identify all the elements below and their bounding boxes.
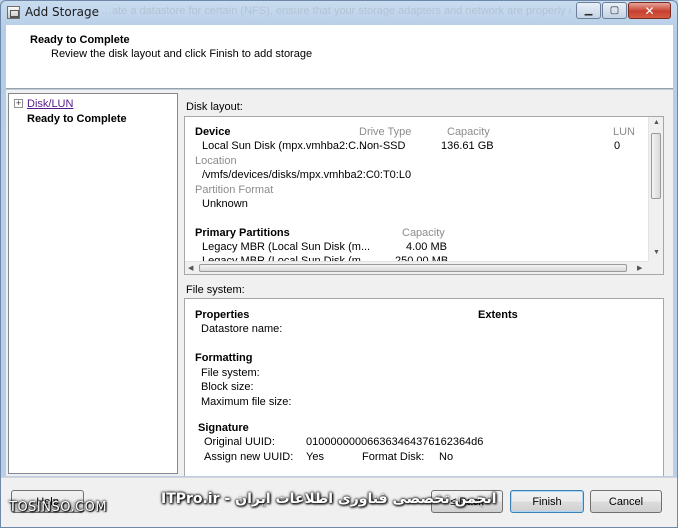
minimize-button[interactable]: ▁ bbox=[576, 2, 601, 19]
scroll-corner bbox=[648, 261, 663, 274]
wizard-body: + Disk/LUN Ready to Complete Disk layout… bbox=[6, 90, 673, 476]
close-button[interactable]: ✕ bbox=[628, 2, 671, 19]
datastore-name-label: Datastore name: bbox=[201, 323, 283, 335]
page-title: Ready to Complete bbox=[30, 34, 130, 46]
device-header: Device bbox=[195, 126, 231, 138]
properties-header: Properties bbox=[195, 309, 250, 321]
page-subtitle: Review the disk layout and click Finish … bbox=[51, 48, 313, 60]
wizard-footer: Help ≤ Back Finish Cancel TOSINSO.COM IT… bbox=[1, 477, 677, 527]
assign-new-uuid-label: Assign new UUID: bbox=[204, 451, 294, 463]
partition-format-value: Unknown bbox=[202, 198, 248, 210]
original-uuid-label: Original UUID: bbox=[204, 436, 275, 448]
scroll-left-icon[interactable]: ◀ bbox=[188, 264, 193, 272]
capacity-header: Capacity bbox=[447, 126, 490, 138]
location-label: Location bbox=[195, 155, 237, 167]
max-file-size-label: Maximum file size: bbox=[201, 396, 292, 408]
vertical-scroll-thumb[interactable] bbox=[651, 133, 661, 199]
wizard-steps-tree: + Disk/LUN Ready to Complete bbox=[8, 93, 178, 474]
disk-layout-horizontal-scrollbar[interactable]: ◀ ▶ bbox=[185, 261, 649, 274]
partitions-capacity-header: Capacity bbox=[402, 227, 445, 239]
format-disk-label: Format Disk: bbox=[362, 451, 425, 463]
app-window-icon bbox=[7, 6, 20, 19]
wizard-header: Ready to Complete Review the disk layout… bbox=[6, 25, 673, 89]
capacity-value: 136.61 GB bbox=[441, 140, 494, 152]
drive-type-value: Non-SSD bbox=[359, 140, 406, 152]
background-title-text: …ate a datastore for certain (NFS), ensu… bbox=[101, 5, 571, 17]
lun-value: 0 bbox=[614, 140, 621, 152]
maximize-button[interactable]: ▢ bbox=[602, 2, 627, 19]
signature-header: Signature bbox=[198, 422, 249, 434]
window-title: Add Storage bbox=[25, 5, 99, 19]
partition-1-name: Legacy MBR (Local Sun Disk (m... bbox=[202, 241, 371, 253]
partition-1-capacity: 4.00 MB bbox=[406, 241, 447, 253]
cancel-button[interactable]: Cancel bbox=[590, 490, 662, 513]
file-system-format-label: File system: bbox=[201, 367, 260, 379]
maximize-icon: ▢ bbox=[609, 5, 620, 16]
file-system-panel: Properties Extents Datastore name: Forma… bbox=[184, 298, 664, 476]
disk-layout-vertical-scrollbar[interactable]: ▲ ▼ bbox=[648, 117, 663, 261]
primary-partitions-header: Primary Partitions bbox=[195, 227, 290, 239]
minimize-icon: ▁ bbox=[584, 5, 593, 16]
tree-expand-icon[interactable]: + bbox=[14, 99, 23, 108]
step-ready-to-complete: Ready to Complete bbox=[27, 113, 127, 125]
title-bar[interactable]: Add Storage …ate a datastore for certain… bbox=[1, 1, 677, 25]
location-value: /vmfs/devices/disks/mpx.vmhba2:C0:T0:L0 bbox=[202, 169, 412, 181]
disk-layout-label: Disk layout: bbox=[186, 101, 243, 113]
format-disk-value: No bbox=[439, 451, 454, 463]
watermark-itpro: ITPro.ir - انجمن تخصصی فناوری اطلاعات ای… bbox=[161, 491, 497, 507]
close-icon: ✕ bbox=[644, 3, 655, 18]
lun-header: LUN bbox=[613, 126, 636, 138]
assign-new-uuid-value: Yes bbox=[306, 451, 324, 463]
device-value: Local Sun Disk (mpx.vmhba2:C... bbox=[202, 140, 366, 152]
drive-type-header: Drive Type bbox=[359, 126, 412, 138]
disk-layout-panel: Device Drive Type Capacity LUN Local Sun… bbox=[184, 116, 664, 275]
scroll-down-icon[interactable]: ▼ bbox=[653, 249, 660, 256]
scroll-up-icon[interactable]: ▲ bbox=[653, 119, 660, 126]
block-size-label: Block size: bbox=[201, 381, 254, 393]
formatting-header: Formatting bbox=[195, 352, 253, 364]
scroll-right-icon[interactable]: ▶ bbox=[637, 264, 642, 272]
window-controls: ▁ ▢ ✕ bbox=[575, 2, 671, 19]
watermark-tosinso: TOSINSO.COM bbox=[9, 500, 108, 515]
horizontal-scroll-thumb[interactable] bbox=[199, 264, 627, 272]
finish-button[interactable]: Finish bbox=[510, 490, 584, 513]
add-storage-window: Add Storage …ate a datastore for certain… bbox=[0, 0, 678, 528]
extents-header: Extents bbox=[478, 309, 518, 321]
file-system-label: File system: bbox=[186, 284, 245, 296]
original-uuid-value: 010000000066363464376162364d6 bbox=[306, 436, 484, 448]
step-disk-lun-link[interactable]: Disk/LUN bbox=[27, 98, 73, 110]
partition-format-label: Partition Format bbox=[195, 184, 274, 196]
